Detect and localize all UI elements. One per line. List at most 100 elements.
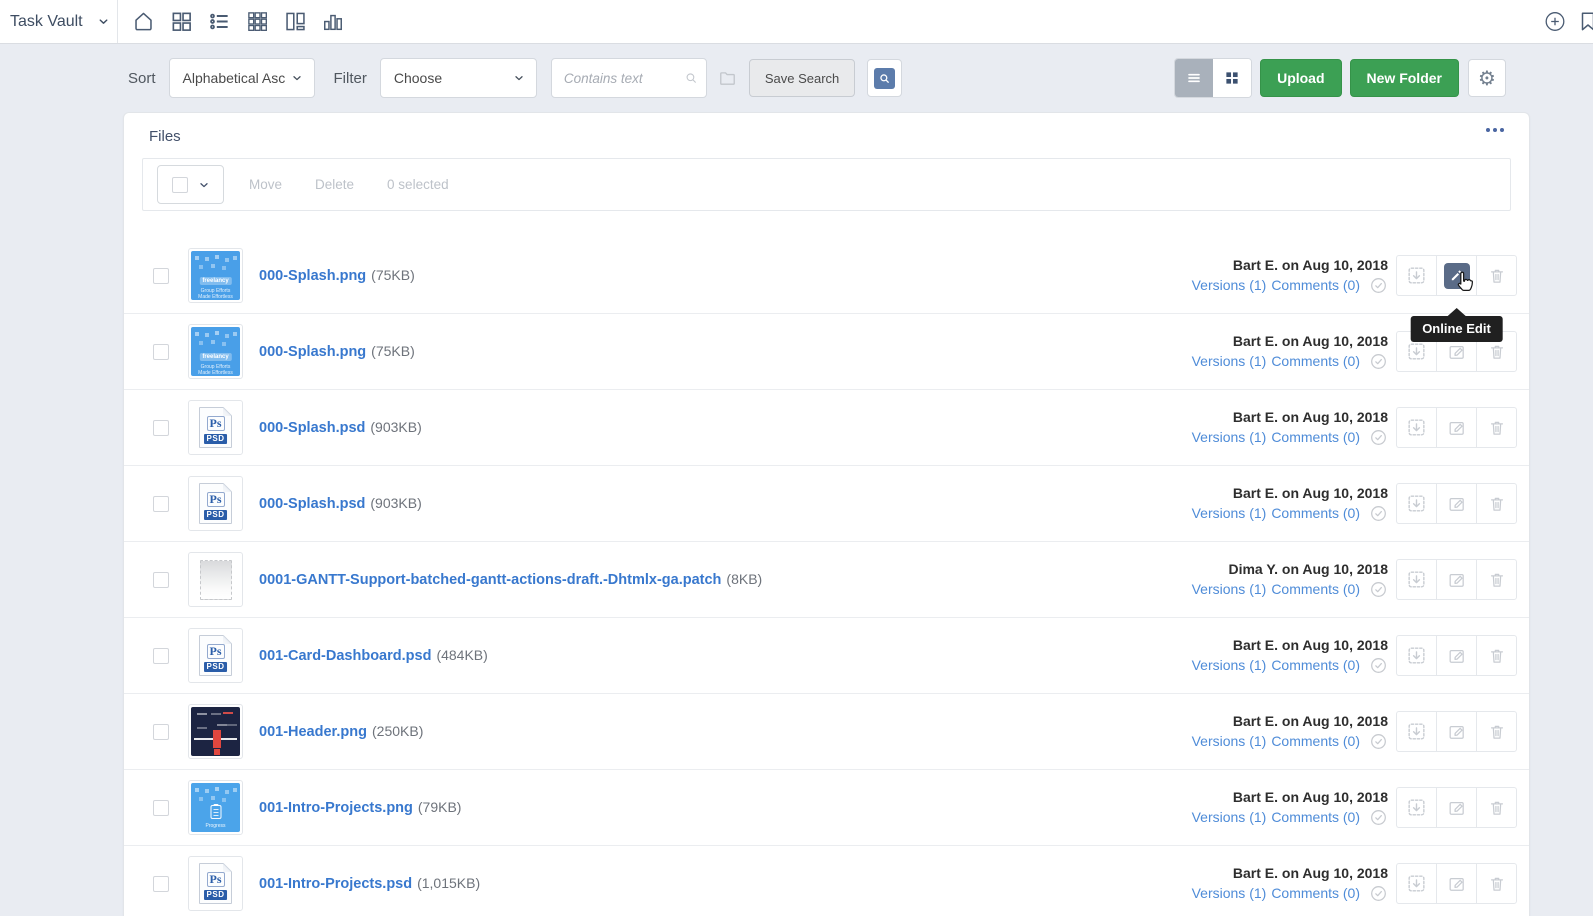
download-button[interactable] <box>1397 712 1436 751</box>
file-size: (75KB) <box>371 343 415 359</box>
delete-button[interactable]: Delete <box>315 177 354 192</box>
file-thumbnail[interactable] <box>188 552 243 607</box>
file-row: 001-Header.png (250KB) Bart E. on Aug 10… <box>124 694 1529 770</box>
file-name-link[interactable]: 001-Card-Dashboard.psd <box>259 648 431 664</box>
online-edit-button[interactable]: Online Edit <box>1436 864 1476 903</box>
workspace-label: Task Vault <box>10 13 83 31</box>
delete-file-button[interactable] <box>1476 864 1516 903</box>
comments-link[interactable]: Comments (0) <box>1271 429 1360 445</box>
row-checkbox[interactable] <box>153 344 169 360</box>
advanced-search-button[interactable] <box>867 59 902 97</box>
file-thumbnail[interactable]: Ps PSD <box>188 628 243 683</box>
row-checkbox[interactable] <box>153 648 169 664</box>
add-circle-icon[interactable] <box>1543 10 1567 34</box>
versions-link[interactable]: Versions (1) <box>1192 733 1267 749</box>
file-name-link[interactable]: 000-Splash.psd <box>259 496 365 512</box>
online-edit-button[interactable]: Online Edit <box>1436 484 1476 523</box>
delete-file-button[interactable] <box>1476 788 1516 827</box>
versions-link[interactable]: Versions (1) <box>1192 885 1267 901</box>
download-button[interactable] <box>1397 256 1436 295</box>
settings-button[interactable]: ⚙ <box>1468 59 1506 97</box>
online-edit-button[interactable]: Online Edit <box>1436 712 1476 751</box>
grid-mode-button[interactable] <box>1213 59 1251 97</box>
download-button[interactable] <box>1397 408 1436 447</box>
versions-link[interactable]: Versions (1) <box>1192 505 1267 521</box>
upload-button[interactable]: Upload <box>1260 59 1341 97</box>
download-button[interactable] <box>1397 484 1436 523</box>
download-button[interactable] <box>1397 560 1436 599</box>
home-icon[interactable] <box>131 10 155 34</box>
file-thumbnail[interactable]: Progress <box>188 780 243 835</box>
delete-file-button[interactable] <box>1476 408 1516 447</box>
versions-link[interactable]: Versions (1) <box>1192 581 1267 597</box>
new-folder-button[interactable]: New Folder <box>1350 59 1459 97</box>
row-checkbox[interactable] <box>153 496 169 512</box>
comments-link[interactable]: Comments (0) <box>1271 277 1360 293</box>
save-search-button[interactable]: Save Search <box>749 59 855 97</box>
filter-select[interactable]: Choose <box>380 58 537 98</box>
versions-link[interactable]: Versions (1) <box>1192 657 1267 673</box>
file-size: (75KB) <box>371 267 415 283</box>
file-thumbnail[interactable] <box>188 704 243 759</box>
bookmark-icon[interactable] <box>1576 10 1593 34</box>
online-edit-button[interactable]: Online Edit <box>1436 560 1476 599</box>
comments-link[interactable]: Comments (0) <box>1271 581 1360 597</box>
bar-chart-view-icon[interactable] <box>321 10 345 34</box>
delete-file-button[interactable] <box>1476 712 1516 751</box>
file-thumbnail[interactable]: freelancy Group Efforts Made Effortless <box>188 324 243 379</box>
select-all-checkbox[interactable] <box>172 177 188 193</box>
list-mode-button[interactable] <box>1175 59 1213 97</box>
file-name-link[interactable]: 0001-GANTT-Support-batched-gantt-actions… <box>259 572 721 588</box>
saved-search-folder-icon[interactable] <box>718 69 737 88</box>
file-thumbnail[interactable]: Ps PSD <box>188 400 243 455</box>
online-edit-button[interactable]: Online Edit <box>1436 408 1476 447</box>
move-button[interactable]: Move <box>249 177 282 192</box>
row-checkbox[interactable] <box>153 800 169 816</box>
grid-view-icon[interactable] <box>169 10 193 34</box>
versions-link[interactable]: Versions (1) <box>1192 809 1267 825</box>
trash-icon <box>1487 798 1507 818</box>
grid-large-view-icon[interactable] <box>245 10 269 34</box>
file-name-link[interactable]: 001-Intro-Projects.png <box>259 800 413 816</box>
list-view-icon[interactable] <box>207 10 231 34</box>
row-checkbox[interactable] <box>153 724 169 740</box>
comments-link[interactable]: Comments (0) <box>1271 505 1360 521</box>
delete-file-button[interactable] <box>1476 484 1516 523</box>
download-button[interactable] <box>1397 636 1436 675</box>
versions-link[interactable]: Versions (1) <box>1192 277 1267 293</box>
row-checkbox[interactable] <box>153 572 169 588</box>
comments-link[interactable]: Comments (0) <box>1271 885 1360 901</box>
workspace-switcher[interactable]: Task Vault <box>0 13 117 31</box>
online-edit-button[interactable]: Online Edit <box>1436 636 1476 675</box>
sort-select[interactable]: Alphabetical Asc <box>169 58 315 98</box>
download-button[interactable] <box>1397 788 1436 827</box>
file-meta: Bart E. on Aug 10, 2018 Versions (1) Com… <box>1192 485 1388 523</box>
comments-link[interactable]: Comments (0) <box>1271 733 1360 749</box>
comments-link[interactable]: Comments (0) <box>1271 809 1360 825</box>
select-all-dropdown[interactable] <box>157 165 224 204</box>
comments-link[interactable]: Comments (0) <box>1271 657 1360 673</box>
file-thumbnail[interactable]: freelancy Group Efforts Made Effortless <box>188 248 243 303</box>
file-name-link[interactable]: 000-Splash.png <box>259 344 366 360</box>
file-thumbnail[interactable]: Ps PSD <box>188 856 243 911</box>
comments-link[interactable]: Comments (0) <box>1271 353 1360 369</box>
delete-file-button[interactable] <box>1476 636 1516 675</box>
file-name-link[interactable]: 000-Splash.png <box>259 268 366 284</box>
file-name-link[interactable]: 001-Header.png <box>259 724 367 740</box>
versions-link[interactable]: Versions (1) <box>1192 353 1267 369</box>
file-name-link[interactable]: 001-Intro-Projects.psd <box>259 876 412 892</box>
row-checkbox[interactable] <box>153 876 169 892</box>
search-input[interactable] <box>564 71 684 86</box>
delete-file-button[interactable] <box>1476 256 1516 295</box>
file-thumbnail[interactable]: Ps PSD <box>188 476 243 531</box>
delete-file-button[interactable] <box>1476 560 1516 599</box>
kanban-view-icon[interactable] <box>283 10 307 34</box>
download-button[interactable] <box>1397 864 1436 903</box>
online-edit-button[interactable]: Online Edit <box>1436 256 1476 295</box>
more-options-icon[interactable] <box>1482 124 1508 136</box>
row-checkbox[interactable] <box>153 420 169 436</box>
versions-link[interactable]: Versions (1) <box>1192 429 1267 445</box>
row-checkbox[interactable] <box>153 268 169 284</box>
online-edit-button[interactable]: Online Edit <box>1436 788 1476 827</box>
file-name-link[interactable]: 000-Splash.psd <box>259 420 365 436</box>
